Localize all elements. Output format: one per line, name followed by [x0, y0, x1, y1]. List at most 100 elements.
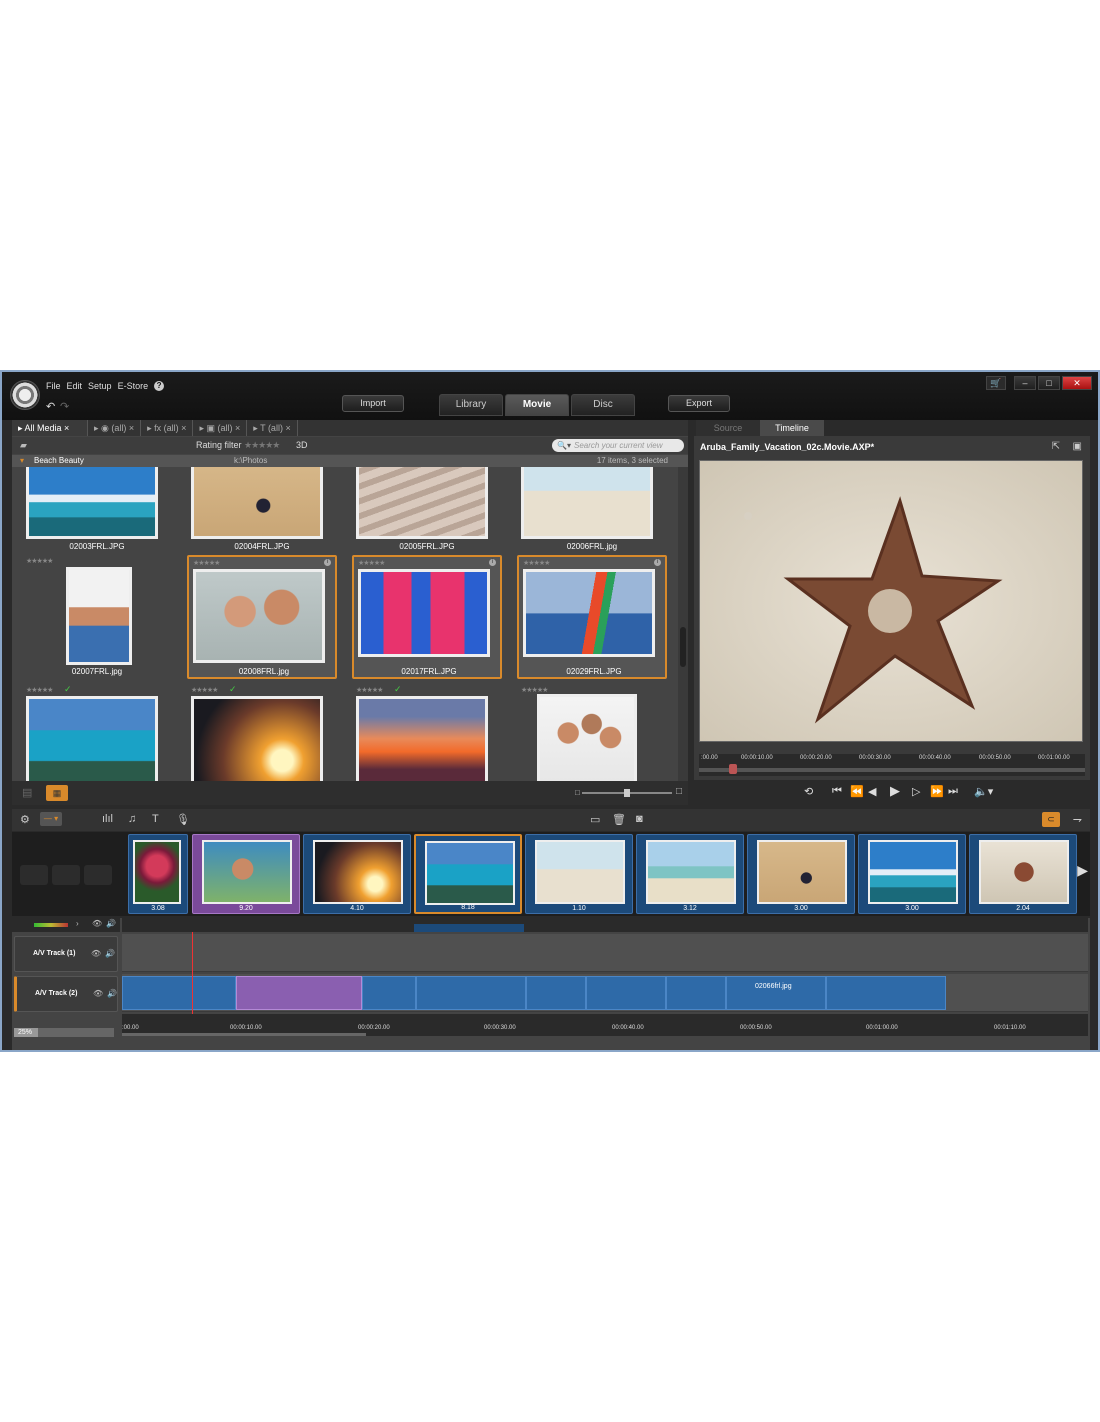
rating-stars[interactable]: ★★★★★ [26, 686, 53, 694]
track-header-1[interactable]: A/V Track (1) 👁 🔊 [14, 936, 118, 972]
minimize-button[interactable]: – [1014, 376, 1036, 390]
help-icon[interactable]: ? [154, 381, 165, 391]
close-button[interactable]: ✕ [1062, 376, 1092, 390]
media-item[interactable]: ★★★★★ 02007FRL.jpg [22, 555, 172, 679]
timeline-clip-selected[interactable] [236, 976, 362, 1010]
slider-knob[interactable] [624, 789, 630, 797]
menu-setup[interactable]: Setup [88, 381, 112, 391]
rating-filter-stars[interactable]: ★★★★★ [244, 440, 280, 451]
storyboard-clip[interactable]: 9.20 [192, 834, 300, 914]
scrubber-track[interactable] [699, 768, 1085, 772]
timeline-clip[interactable] [826, 976, 946, 1010]
media-item[interactable]: ★★★★★ ✓ [187, 684, 337, 781]
library-tab-all-media[interactable]: ▸ All Media × [12, 420, 88, 436]
timeline-clip[interactable] [526, 976, 586, 1010]
media-item[interactable]: ★★★★★ ✓ [22, 684, 172, 781]
tab-library[interactable]: Library [439, 394, 503, 416]
timeline-scrollbar[interactable] [122, 1033, 366, 1036]
media-item[interactable]: 02003FRL.JPG [22, 467, 172, 551]
track-lane-1[interactable] [122, 934, 1088, 972]
scroll-right-icon[interactable]: ▶ [1077, 862, 1088, 879]
dual-view-icon[interactable]: ▣ [1073, 441, 1082, 452]
gear-icon[interactable]: ⚙ [20, 813, 30, 826]
media-item-selected[interactable]: ★★★★★ i 02017FRL.JPG [352, 555, 502, 679]
tab-source[interactable]: Source [696, 420, 760, 436]
rating-stars[interactable]: ★★★★★ [521, 686, 548, 694]
timeline-clip[interactable] [362, 976, 416, 1010]
media-item[interactable]: ★★★★★ ✓ [352, 684, 502, 781]
snapshot-icon[interactable]: ◙ [636, 813, 643, 825]
trash-icon[interactable]: 🗑 [612, 813, 626, 826]
speaker-icon[interactable]: 🔊 [105, 949, 115, 958]
preview-timeline-ruler[interactable]: :00.00 00:00:10.00 00:00:20.00 00:00:30.… [699, 754, 1085, 776]
zoom-out-icon[interactable]: □ [575, 788, 580, 797]
scrollbar-thumb[interactable] [680, 627, 686, 667]
tab-timeline[interactable]: Timeline [760, 420, 824, 436]
timeline-clip-named[interactable]: 02066frl.jpg [726, 976, 826, 1010]
play-icon[interactable]: ▶ [890, 783, 900, 799]
media-item[interactable]: 02004FRL.JPG [187, 467, 337, 551]
go-end-icon[interactable]: ⏭ [948, 785, 958, 798]
info-icon[interactable]: i [324, 559, 331, 566]
prev-frame-icon[interactable]: ⏪ [850, 785, 864, 798]
next-frame-icon[interactable]: ⏩ [930, 785, 944, 798]
zoom-in-icon[interactable]: □ [676, 786, 682, 797]
eye-icon[interactable]: 👁 [93, 989, 103, 998]
eye-icon[interactable]: 👁 [91, 949, 101, 958]
library-tab-effects[interactable]: ▸ fx (all) × [141, 420, 194, 436]
info-icon[interactable]: i [654, 559, 661, 566]
rating-stars[interactable]: ★★★★★ [191, 686, 218, 694]
menu-edit[interactable]: Edit [67, 381, 83, 391]
go-start-icon[interactable]: ⏮ [832, 785, 842, 798]
media-item[interactable]: 02005FRL.JPG [352, 467, 502, 551]
collection-icon[interactable]: ▰ [20, 440, 27, 451]
storyboard-clip[interactable]: 1.10 [525, 834, 633, 914]
media-item-selected[interactable]: ★★★★★ i 02008FRL.jpg [187, 555, 337, 679]
magnet-icon[interactable]: ⊂ [1042, 812, 1060, 827]
timeline-clip[interactable] [416, 976, 526, 1010]
export-button[interactable]: Export [668, 395, 730, 412]
scrubber-handle[interactable] [729, 764, 737, 774]
step-back-icon[interactable]: ◀ [868, 785, 876, 798]
collapse-icon[interactable]: ▾ [20, 455, 24, 467]
pin-icon[interactable]: ⇁ [1073, 813, 1082, 826]
media-item[interactable]: ★★★★★ [517, 684, 667, 781]
library-tab-titles[interactable]: ▸ T (all) × [247, 420, 298, 436]
step-forward-icon[interactable]: ▷ [912, 785, 920, 798]
expand-icon[interactable]: › [76, 919, 79, 928]
menu-estore[interactable]: E-Store [118, 381, 149, 391]
track-header-2[interactable]: A/V Track (2) 👁 🔊 [14, 976, 118, 1012]
volume-icon[interactable]: 🔈▾ [974, 785, 993, 798]
grid-view-icon[interactable]: ▦ [46, 785, 68, 801]
loop-icon[interactable]: ⟲ [804, 785, 813, 798]
storyboard-clip[interactable]: 3.00 [747, 834, 855, 914]
audio-effects-icon[interactable]: ♫ [128, 813, 136, 825]
info-icon[interactable]: i [489, 559, 496, 566]
library-tab-transitions[interactable]: ▸ ▣ (all) × [193, 420, 248, 436]
import-button[interactable]: Import [342, 395, 404, 412]
view-mode-dropdown[interactable]: — ▾ [40, 812, 62, 826]
audio-mixer-icon[interactable]: ılıl [102, 813, 113, 825]
storyboard-clip[interactable]: 3.12 [636, 834, 744, 914]
cart-icon[interactable]: 🛒 [986, 376, 1006, 390]
storyboard-clip-current[interactable]: 8.18 [414, 834, 522, 914]
library-tab-audio[interactable]: ▸ ◉ (all) × [88, 420, 142, 436]
media-item-selected[interactable]: ★★★★★ i 02029FRL.JPG [517, 555, 667, 679]
storyboard-clip[interactable]: 3.00 [858, 834, 966, 914]
timeline-zoom[interactable]: 25% [14, 1028, 114, 1037]
undo-icon[interactable]: ↶ [46, 400, 55, 413]
rating-stars[interactable]: ★★★★★ [523, 559, 550, 567]
rating-stars[interactable]: ★★★★★ [356, 686, 383, 694]
rating-stars[interactable]: ★★★★★ [26, 557, 53, 565]
storyboard-clip[interactable]: 3.08 [128, 834, 188, 914]
timeline-clip[interactable] [666, 976, 726, 1010]
timeline-ruler[interactable]: :00.00 00:00:10.00 00:00:20.00 00:00:30.… [122, 1014, 1088, 1036]
eye-icon[interactable]: 👁 [92, 919, 102, 928]
split-icon[interactable]: ▭ [590, 813, 600, 826]
menu-file[interactable]: File [46, 381, 61, 391]
track-lane-2[interactable]: 02066frl.jpg [122, 974, 1088, 1012]
tab-disc[interactable]: Disc [571, 394, 635, 416]
speaker-icon[interactable]: 🔊 [106, 919, 116, 928]
thumbnail-size-slider[interactable] [582, 789, 672, 797]
timeline-clip[interactable] [122, 976, 236, 1010]
